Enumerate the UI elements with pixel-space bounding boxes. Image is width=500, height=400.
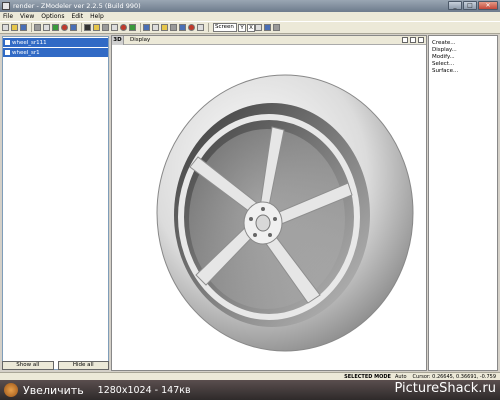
mirror-icon[interactable] [197, 24, 204, 31]
object-list-panel: wheel_sr111 wheel_sr1 [2, 36, 109, 370]
toolbar: Screen Y X [0, 21, 500, 34]
light-icon[interactable] [93, 24, 100, 31]
select-icon[interactable] [43, 24, 50, 31]
lug-nut [273, 217, 277, 221]
command-create[interactable]: Create... [432, 40, 497, 47]
pivot-icon[interactable] [188, 24, 195, 31]
overlay-brand: PictureShack.ru [394, 381, 496, 396]
hide-all-button[interactable]: Hide all [57, 361, 109, 370]
viewport-help-icon[interactable] [402, 37, 408, 43]
viewport-split-icon[interactable] [410, 37, 416, 43]
coordinate-system-select[interactable]: Screen [213, 23, 237, 32]
rotate-icon[interactable] [61, 24, 68, 31]
status-mode: SELECTED MODE [344, 373, 391, 380]
axis-y-toggle[interactable]: Y [238, 23, 246, 32]
overlay-resolution: 1280x1024 - 147кв [97, 384, 191, 396]
overlay-zoom-text[interactable]: Увеличить [23, 384, 84, 397]
object-item[interactable]: wheel_sr1 [3, 48, 108, 57]
status-auto: Auto [394, 373, 407, 380]
app-icon [2, 2, 10, 10]
status-bar: SELECTED MODE Auto Cursor: 0.26645, 0.36… [0, 372, 500, 380]
open-icon[interactable] [11, 24, 18, 31]
title-bar: render - ZModeler ver 2.2.5 (Build 990) … [0, 0, 500, 12]
command-panel: Create... Display... Modify... Select...… [428, 35, 498, 371]
object-list-buttons: Show all Hide all [2, 361, 109, 370]
status-cursor: Cursor: 0.26645, 0.36691, -0.759 [412, 373, 496, 380]
wheel-model-render [156, 74, 414, 352]
viewport-3d[interactable]: 3D Display [111, 35, 427, 371]
hub-cap [255, 214, 271, 232]
play-icon[interactable] [129, 24, 136, 31]
lug-nut [261, 207, 265, 211]
minimize-button[interactable]: _ [448, 1, 462, 10]
toolbar-separator [81, 23, 82, 32]
lock-icon[interactable] [264, 24, 271, 31]
save-icon[interactable] [20, 24, 27, 31]
visibility-checkbox[interactable] [5, 50, 10, 55]
command-display[interactable]: Display... [432, 47, 497, 54]
window-title: render - ZModeler ver 2.2.5 (Build 990) [13, 2, 141, 10]
command-select[interactable]: Select... [432, 61, 497, 68]
viewport-header: 3D Display [112, 35, 426, 45]
lug-nut [268, 233, 272, 237]
menu-file[interactable]: File [3, 13, 13, 20]
maximize-button[interactable]: □ [463, 1, 477, 10]
menu-edit[interactable]: Edit [71, 13, 83, 20]
render-icon[interactable] [84, 24, 91, 31]
object-name: wheel_sr111 [12, 39, 47, 46]
camera-icon[interactable] [102, 24, 109, 31]
axis-icon[interactable] [179, 24, 186, 31]
menu-bar: File View Options Edit Help [0, 12, 500, 21]
toolbar-separator [31, 23, 32, 32]
command-surface[interactable]: Surface... [432, 68, 497, 75]
grid-icon[interactable] [111, 24, 118, 31]
lug-nut [253, 233, 257, 237]
scale-icon[interactable] [70, 24, 77, 31]
object-name: wheel_sr1 [12, 49, 40, 56]
viewport-mode-label[interactable]: 3D [112, 35, 124, 45]
undo-icon[interactable] [34, 24, 41, 31]
lug-nut [249, 217, 253, 221]
object-item[interactable]: wheel_sr111 [3, 38, 108, 47]
zoom-icon[interactable] [143, 24, 150, 31]
fit-icon[interactable] [170, 24, 177, 31]
visibility-checkbox[interactable] [5, 40, 10, 45]
toolbar-separator [208, 23, 209, 32]
menu-options[interactable]: Options [41, 13, 64, 20]
menu-view[interactable]: View [20, 13, 34, 20]
settings-icon[interactable] [273, 24, 280, 31]
viewport-maximize-icon[interactable] [418, 37, 424, 43]
new-icon[interactable] [2, 24, 9, 31]
show-all-button[interactable]: Show all [2, 361, 54, 370]
snap-icon[interactable] [255, 24, 262, 31]
viewport-display-label[interactable]: Display [130, 37, 150, 43]
menu-help[interactable]: Help [90, 13, 104, 20]
axis-x-toggle[interactable]: X [247, 23, 255, 32]
image-host-overlay: Увеличить 1280x1024 - 147кв PictureShack… [0, 380, 500, 400]
move-icon[interactable] [52, 24, 59, 31]
zoom-icon [4, 383, 18, 397]
orbit-icon[interactable] [161, 24, 168, 31]
command-modify[interactable]: Modify... [432, 54, 497, 61]
stop-icon[interactable] [120, 24, 127, 31]
pan-icon[interactable] [152, 24, 159, 31]
toolbar-separator [140, 23, 141, 32]
close-button[interactable]: ✕ [478, 1, 498, 10]
